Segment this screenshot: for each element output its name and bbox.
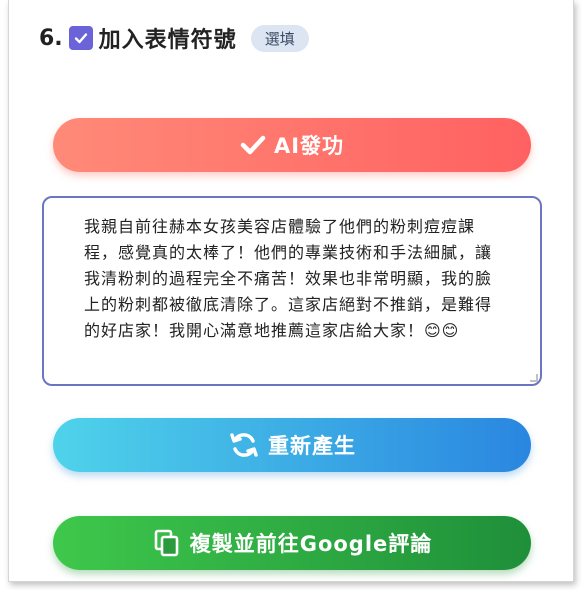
ai-generate-label: AI發功 [273, 134, 345, 158]
ai-generate-button[interactable]: AI發功 [53, 118, 531, 172]
regenerate-label: 重新產生 [268, 434, 356, 458]
resize-handle[interactable] [530, 374, 538, 382]
question-number: 6. [39, 25, 63, 51]
review-textarea[interactable]: 我親自前往赫本女孩美容店體驗了他們的粉刺痘痘課程，感覺真的太棒了！他們的專業技術… [42, 196, 542, 386]
copy-and-review-button[interactable]: 複製並前往Google評論 [53, 516, 531, 570]
copy-icon [152, 528, 182, 558]
check-mark-icon [240, 134, 266, 156]
question-header: 6. 加入表情符號 選填 [39, 18, 309, 58]
refresh-icon [228, 429, 260, 461]
question-title: 加入表情符號 [98, 28, 237, 53]
check-icon [74, 33, 87, 44]
emoji-checkbox[interactable] [68, 26, 93, 50]
regenerate-button[interactable]: 重新產生 [53, 418, 531, 472]
question-card: 6. 加入表情符號 選填 AI發功 我親自前往赫本女孩美容店體驗了他們的粉刺痘痘… [8, 0, 574, 582]
copy-and-review-label: 複製並前往Google評論 [189, 532, 433, 556]
review-text: 我親自前往赫本女孩美容店體驗了他們的粉刺痘痘課程，感覺真的太棒了！他們的專業技術… [84, 217, 493, 340]
optional-badge: 選填 [250, 24, 309, 52]
